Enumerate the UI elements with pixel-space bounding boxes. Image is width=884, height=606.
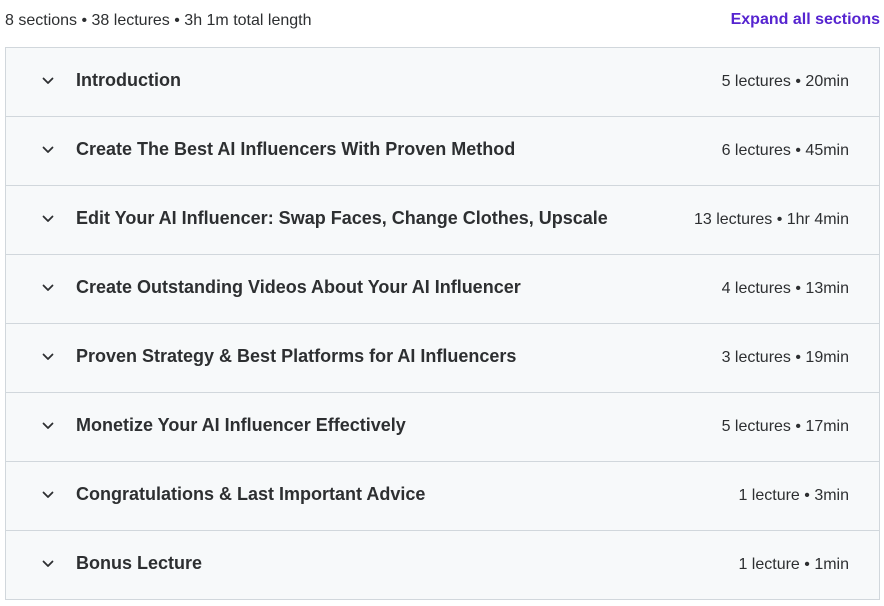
section-meta: 1 lecture • 3min bbox=[738, 487, 849, 504]
section-title: Monetize Your AI Influencer Effectively bbox=[76, 415, 406, 435]
section-meta: 6 lectures • 45min bbox=[721, 142, 849, 159]
chevron-down-icon bbox=[41, 212, 55, 226]
course-summary-bar: 8 sections • 38 lectures • 3h 1m total l… bbox=[0, 0, 880, 44]
chevron-down-icon bbox=[41, 419, 55, 433]
section-item[interactable]: Congratulations & Last Important Advice … bbox=[6, 462, 879, 531]
chevron-down-icon bbox=[41, 281, 55, 295]
section-meta: 4 lectures • 13min bbox=[721, 280, 849, 297]
section-meta: 3 lectures • 19min bbox=[721, 349, 849, 366]
section-item[interactable]: Create Outstanding Videos About Your AI … bbox=[6, 255, 879, 324]
expand-all-sections-button[interactable]: Expand all sections bbox=[731, 11, 880, 29]
section-item[interactable]: Proven Strategy & Best Platforms for AI … bbox=[6, 324, 879, 393]
section-title: Bonus Lecture bbox=[76, 553, 203, 573]
sections-accordion: Introduction 5 lectures • 20min Create T… bbox=[5, 47, 880, 600]
chevron-down-icon bbox=[41, 488, 55, 502]
chevron-down-icon bbox=[41, 143, 55, 157]
section-title: Create The Best AI Influencers With Prov… bbox=[76, 139, 516, 159]
section-title: Proven Strategy & Best Platforms for AI … bbox=[76, 346, 517, 366]
section-title: Introduction bbox=[76, 70, 181, 90]
chevron-down-icon bbox=[41, 74, 55, 88]
course-summary-text: 8 sections • 38 lectures • 3h 1m total l… bbox=[5, 12, 312, 29]
section-item[interactable]: Introduction 5 lectures • 20min bbox=[6, 48, 879, 117]
section-title: Congratulations & Last Important Advice bbox=[76, 484, 426, 504]
section-item[interactable]: Bonus Lecture 1 lecture • 1min bbox=[6, 531, 879, 599]
section-item[interactable]: Monetize Your AI Influencer Effectively … bbox=[6, 393, 879, 462]
section-meta: 5 lectures • 20min bbox=[721, 73, 849, 90]
chevron-down-icon bbox=[41, 557, 55, 571]
section-item[interactable]: Create The Best AI Influencers With Prov… bbox=[6, 117, 879, 186]
section-title: Create Outstanding Videos About Your AI … bbox=[76, 277, 521, 297]
chevron-down-icon bbox=[41, 350, 55, 364]
course-content: 8 sections • 38 lectures • 3h 1m total l… bbox=[0, 0, 884, 606]
section-meta: 13 lectures • 1hr 4min bbox=[693, 211, 849, 228]
section-title: Edit Your AI Influencer: Swap Faces, Cha… bbox=[76, 208, 608, 228]
section-meta: 5 lectures • 17min bbox=[721, 418, 849, 435]
section-meta: 1 lecture • 1min bbox=[738, 556, 849, 573]
section-item[interactable]: Edit Your AI Influencer: Swap Faces, Cha… bbox=[6, 186, 879, 255]
